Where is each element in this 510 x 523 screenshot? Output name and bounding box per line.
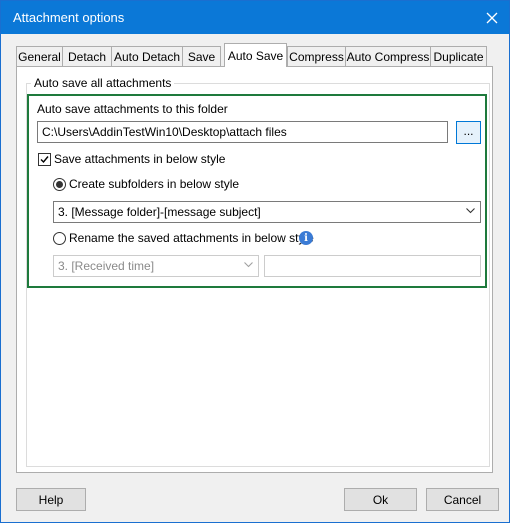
highlight-frame: Auto save attachments to this folder C:\… bbox=[27, 94, 487, 288]
cancel-button[interactable]: Cancel bbox=[426, 488, 499, 511]
info-icon[interactable]: i bbox=[299, 231, 313, 245]
close-button[interactable] bbox=[475, 1, 509, 34]
title-bar[interactable]: Attachment options bbox=[1, 1, 509, 34]
radio-selected-dot bbox=[56, 181, 63, 188]
attachment-options-dialog: Attachment options General Detach Auto D… bbox=[0, 0, 510, 523]
tab-auto-save[interactable]: Auto Save bbox=[224, 43, 287, 67]
rename-extra-input bbox=[264, 255, 481, 277]
tab-general[interactable]: General bbox=[16, 46, 63, 66]
tab-auto-compress[interactable]: Auto Compress bbox=[345, 46, 431, 66]
browse-button[interactable]: ... bbox=[456, 121, 481, 144]
folder-label: Auto save attachments to this folder bbox=[37, 102, 228, 116]
save-style-checkbox[interactable] bbox=[38, 153, 51, 166]
rename-label[interactable]: Rename the saved attachments in below st… bbox=[69, 231, 314, 245]
folder-path-input[interactable]: C:\Users\AddinTestWin10\Desktop\attach f… bbox=[37, 121, 448, 143]
chevron-down-icon bbox=[244, 262, 253, 268]
tab-duplicate[interactable]: Duplicate bbox=[430, 46, 487, 66]
ok-button[interactable]: Ok bbox=[344, 488, 417, 511]
checkmark-icon bbox=[40, 156, 49, 164]
window-title: Attachment options bbox=[13, 10, 125, 25]
chevron-down-icon bbox=[466, 208, 475, 214]
tab-detach[interactable]: Detach bbox=[62, 46, 112, 66]
subfolder-style-select[interactable]: 3. [Message folder]-[message subject] bbox=[53, 201, 481, 223]
auto-save-panel: Auto save all attachments Auto save atta… bbox=[16, 66, 493, 473]
subfolder-radio[interactable] bbox=[53, 178, 66, 191]
auto-save-group: Auto save all attachments Auto save atta… bbox=[26, 76, 490, 467]
tab-compress[interactable]: Compress bbox=[287, 46, 346, 66]
close-icon bbox=[486, 12, 498, 23]
auto-save-group-label: Auto save all attachments bbox=[31, 76, 175, 90]
save-style-label[interactable]: Save attachments in below style bbox=[54, 152, 225, 166]
help-button[interactable]: Help bbox=[16, 488, 86, 511]
subfolder-style-value: 3. [Message folder]-[message subject] bbox=[58, 205, 261, 219]
tab-auto-detach[interactable]: Auto Detach bbox=[111, 46, 183, 66]
rename-style-value: 3. [Received time] bbox=[58, 259, 155, 273]
tab-save[interactable]: Save bbox=[182, 46, 221, 66]
rename-radio[interactable] bbox=[53, 232, 66, 245]
subfolder-label[interactable]: Create subfolders in below style bbox=[69, 177, 239, 191]
rename-style-select: 3. [Received time] bbox=[53, 255, 259, 277]
